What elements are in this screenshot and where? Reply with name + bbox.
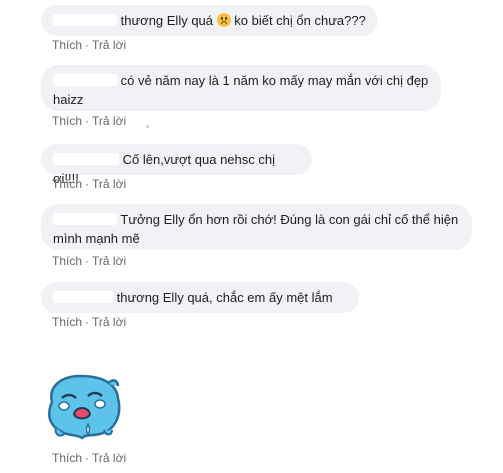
reply-button[interactable]: Trả lời: [92, 254, 126, 268]
reply-button[interactable]: Trả lời: [92, 177, 126, 191]
reply-button[interactable]: Trả lời: [92, 38, 126, 52]
comment-3: Cố lên,vượt qua nehsc chị ơi!!!!: [41, 144, 312, 186]
reply-button[interactable]: Trả lời: [92, 451, 126, 465]
comment-actions: Thích · Trả lời: [52, 114, 127, 128]
comment-bubble: thương Elly quá, chắc em ấy mệt lắm: [41, 282, 359, 313]
comment-bubble: thương Elly quá ko biết chị ổn chưa???: [41, 5, 378, 36]
sad-face-emoji: [216, 13, 231, 27]
decorative-dot: [146, 125, 149, 128]
like-button[interactable]: Thích: [52, 38, 82, 52]
comment-text-continued: ko biết chị ổn chưa???: [234, 13, 366, 28]
redacted-author-name: [53, 291, 113, 303]
like-button[interactable]: Thích: [52, 114, 82, 128]
reply-button[interactable]: Trả lời: [92, 315, 126, 329]
comment-bubble: Cố lên,vượt qua nehsc chị ơi!!!!: [41, 144, 312, 186]
comment-actions: Thích · Trả lời: [52, 254, 127, 268]
comment-1: thương Elly quá ko biết chị ổn chưa???: [41, 5, 378, 36]
redacted-author-name: [53, 74, 117, 86]
comment-text: thương Elly quá: [120, 13, 214, 28]
comment-text-line-2: haizz: [53, 92, 84, 107]
like-button[interactable]: Thích: [52, 315, 82, 329]
comment-text-line-2: mình mạnh mẽ: [53, 231, 140, 246]
comment-2: có vẻ năm nay là 1 năm ko mấy may mắn vớ…: [41, 65, 441, 111]
comment-text-line-1: Tưởng Elly ổn hơn rồi chớ! Đúng là con g…: [120, 212, 459, 227]
crying-blob-sticker-icon: [42, 368, 124, 444]
comment-bubble: có vẻ năm nay là 1 năm ko mấy may mắn vớ…: [41, 65, 441, 111]
like-button[interactable]: Thích: [52, 254, 82, 268]
comment-text: thương Elly quá, chắc em ấy mệt lắm: [116, 290, 333, 305]
comment-text-line-1: có vẻ năm nay là 1 năm ko mấy may mắn vớ…: [120, 73, 429, 88]
comment-actions: Thích · Trả lời: [52, 38, 127, 52]
redacted-author-name: [53, 14, 117, 26]
comment-4: Tưởng Elly ổn hơn rồi chớ! Đúng là con g…: [41, 204, 472, 250]
reply-button[interactable]: Trả lời: [92, 114, 126, 128]
comment-actions: Thích · Trả lời: [52, 315, 127, 329]
redacted-author-name: [53, 153, 119, 165]
comment-actions: Thích · Trả lời: [52, 451, 127, 465]
comment-bubble: Tưởng Elly ổn hơn rồi chớ! Đúng là con g…: [41, 204, 472, 250]
comment-5: thương Elly quá, chắc em ấy mệt lắm: [41, 282, 359, 313]
like-button[interactable]: Thích: [52, 451, 82, 465]
like-button[interactable]: Thích: [52, 177, 82, 191]
comment-actions: Thích · Trả lời: [52, 177, 127, 191]
redacted-author-name: [53, 213, 117, 225]
